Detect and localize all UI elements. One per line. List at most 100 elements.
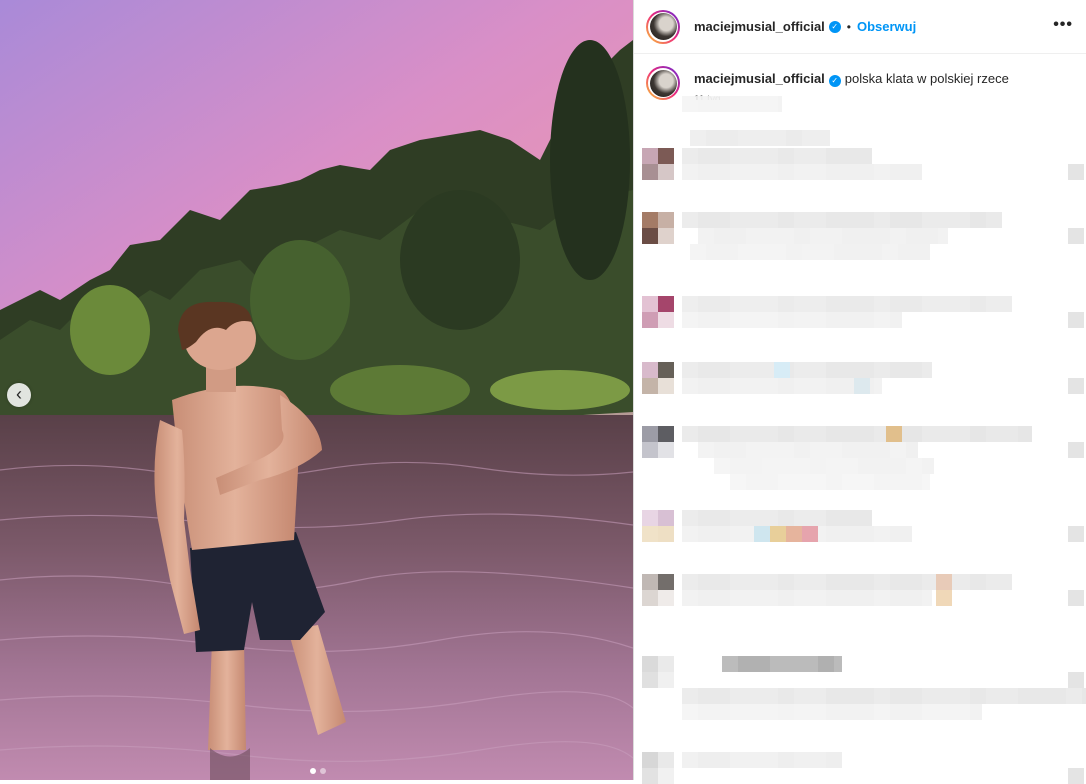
- pixelated-text-block: [730, 590, 778, 606]
- carousel-prev-button[interactable]: ‹: [7, 383, 31, 407]
- pixelated-text-block: [738, 244, 786, 260]
- pixelated-text-block: [794, 378, 826, 394]
- pixelated-text-block: [746, 474, 778, 490]
- pixelated-text-block: [730, 164, 778, 180]
- verified-badge-icon: ✓: [828, 75, 841, 87]
- pixelated-text-block: [730, 688, 778, 704]
- pixelated-text-block: [794, 590, 826, 606]
- pixelated-text-block: [890, 362, 922, 378]
- pixelated-text-block: [922, 362, 932, 378]
- pixelated-text-block: [730, 474, 746, 490]
- more-options-icon[interactable]: •••: [1053, 16, 1073, 34]
- pixelated-text-block: [778, 704, 794, 720]
- pixelated-text-block: [778, 590, 794, 606]
- pixelated-text-block: [682, 752, 698, 768]
- pixelated-text-block: [986, 212, 1002, 228]
- pixelated-text-block: [970, 296, 986, 312]
- pixelated-text-block: [922, 590, 932, 606]
- pixelated-text-block: [698, 442, 714, 458]
- pixelated-text-block: [698, 96, 730, 112]
- pixelated-avatar-block: [642, 148, 658, 164]
- pixelated-text-block: [794, 228, 810, 244]
- pixelated-text-block: [698, 362, 730, 378]
- pixelated-text-block: [826, 574, 874, 590]
- pixelated-text-block: [890, 704, 922, 720]
- pixelated-like-icon-block: [1068, 378, 1084, 394]
- pixelated-avatar-block: [658, 656, 674, 672]
- pixelated-text-block: [826, 212, 874, 228]
- pixelated-text-block: [794, 574, 826, 590]
- pixelated-text-block: [682, 362, 698, 378]
- pixelated-text-block: [970, 688, 986, 704]
- follow-button[interactable]: Obserwuj: [857, 19, 916, 34]
- pixelated-text-block: [922, 704, 970, 720]
- avatar[interactable]: [646, 9, 680, 44]
- pixelated-text-block: [778, 96, 782, 112]
- pixelated-text-block: [794, 312, 826, 328]
- pixelated-text-block: [746, 228, 794, 244]
- pixelated-avatar-block: [642, 312, 658, 328]
- chevron-left-icon: ‹: [16, 384, 22, 404]
- pixelated-text-block: [1018, 688, 1066, 704]
- pixelated-text-block: [730, 574, 778, 590]
- pixelated-text-block: [722, 656, 738, 672]
- pixelated-text-block: [698, 148, 730, 164]
- pixelated-text-block: [890, 228, 906, 244]
- pixelated-text-block: [826, 148, 872, 164]
- pixelated-text-block: [730, 362, 778, 378]
- post-photo[interactable]: ‹: [0, 0, 633, 780]
- pixelated-avatar-block: [642, 442, 658, 458]
- pixelated-text-block: [786, 244, 802, 260]
- pixelated-text-block: [778, 164, 794, 180]
- pixelated-text-block: [890, 574, 922, 590]
- pixelated-text-block: [730, 312, 778, 328]
- pixelated-avatar-block: [642, 296, 658, 312]
- pixelated-text-block: [874, 296, 890, 312]
- pixelated-text-block: [698, 704, 730, 720]
- pixelated-text-block: [698, 510, 730, 526]
- pixelated-text-block: [682, 688, 698, 704]
- pixelated-text-block: [826, 312, 874, 328]
- pixelated-text-block: [890, 526, 912, 542]
- pixelated-text-block: [826, 752, 842, 768]
- pixelated-text-block: [890, 296, 922, 312]
- pixelated-text-block: [778, 426, 794, 442]
- verified-badge-icon: ✓: [828, 20, 841, 33]
- pixelated-text-block: [738, 130, 786, 146]
- pixelated-text-block: [778, 574, 794, 590]
- river-photo: [0, 0, 633, 780]
- pixelated-avatar-block: [642, 228, 658, 244]
- pixelated-avatar-block: [658, 510, 674, 526]
- pixelated-text-block: [986, 688, 1018, 704]
- pixelated-text-block: [970, 426, 986, 442]
- post-side-panel: maciejmusial_official ✓ • Obserwuj ••• m…: [633, 0, 1086, 784]
- pixelated-text-block: [890, 212, 922, 228]
- pixelated-text-block: [986, 296, 1012, 312]
- pixelated-text-block: [698, 378, 730, 394]
- pixelated-text-block: [890, 442, 906, 458]
- pixelated-avatar-block: [658, 312, 674, 328]
- caption-username-link[interactable]: maciejmusial_official: [694, 71, 825, 86]
- pixelated-text-block: [730, 458, 762, 474]
- pixelated-text-block: [698, 228, 714, 244]
- pixelated-text-block: [810, 458, 826, 474]
- pixelated-text-block: [1066, 688, 1082, 704]
- pixelated-text-block: [810, 442, 842, 458]
- pixelated-text-block: [986, 574, 1012, 590]
- pixelated-text-block: [970, 704, 982, 720]
- pixelated-text-block: [682, 312, 698, 328]
- pixelated-text-block: [890, 688, 922, 704]
- pixelated-text-block: [826, 426, 874, 442]
- pixelated-text-block: [826, 458, 858, 474]
- pixelated-text-block: [730, 212, 778, 228]
- pixelated-avatar-block: [658, 296, 674, 312]
- pixelated-text-block: [762, 458, 810, 474]
- pixelated-text-block: [682, 510, 698, 526]
- username-link[interactable]: maciejmusial_official: [694, 19, 825, 34]
- caption-avatar[interactable]: [646, 66, 680, 100]
- pixelated-text-block: [874, 312, 890, 328]
- pixelated-text-block: [698, 212, 730, 228]
- pixelated-avatar-block: [642, 362, 658, 378]
- pixelated-text-block: [890, 164, 922, 180]
- pixelated-text-block: [906, 228, 938, 244]
